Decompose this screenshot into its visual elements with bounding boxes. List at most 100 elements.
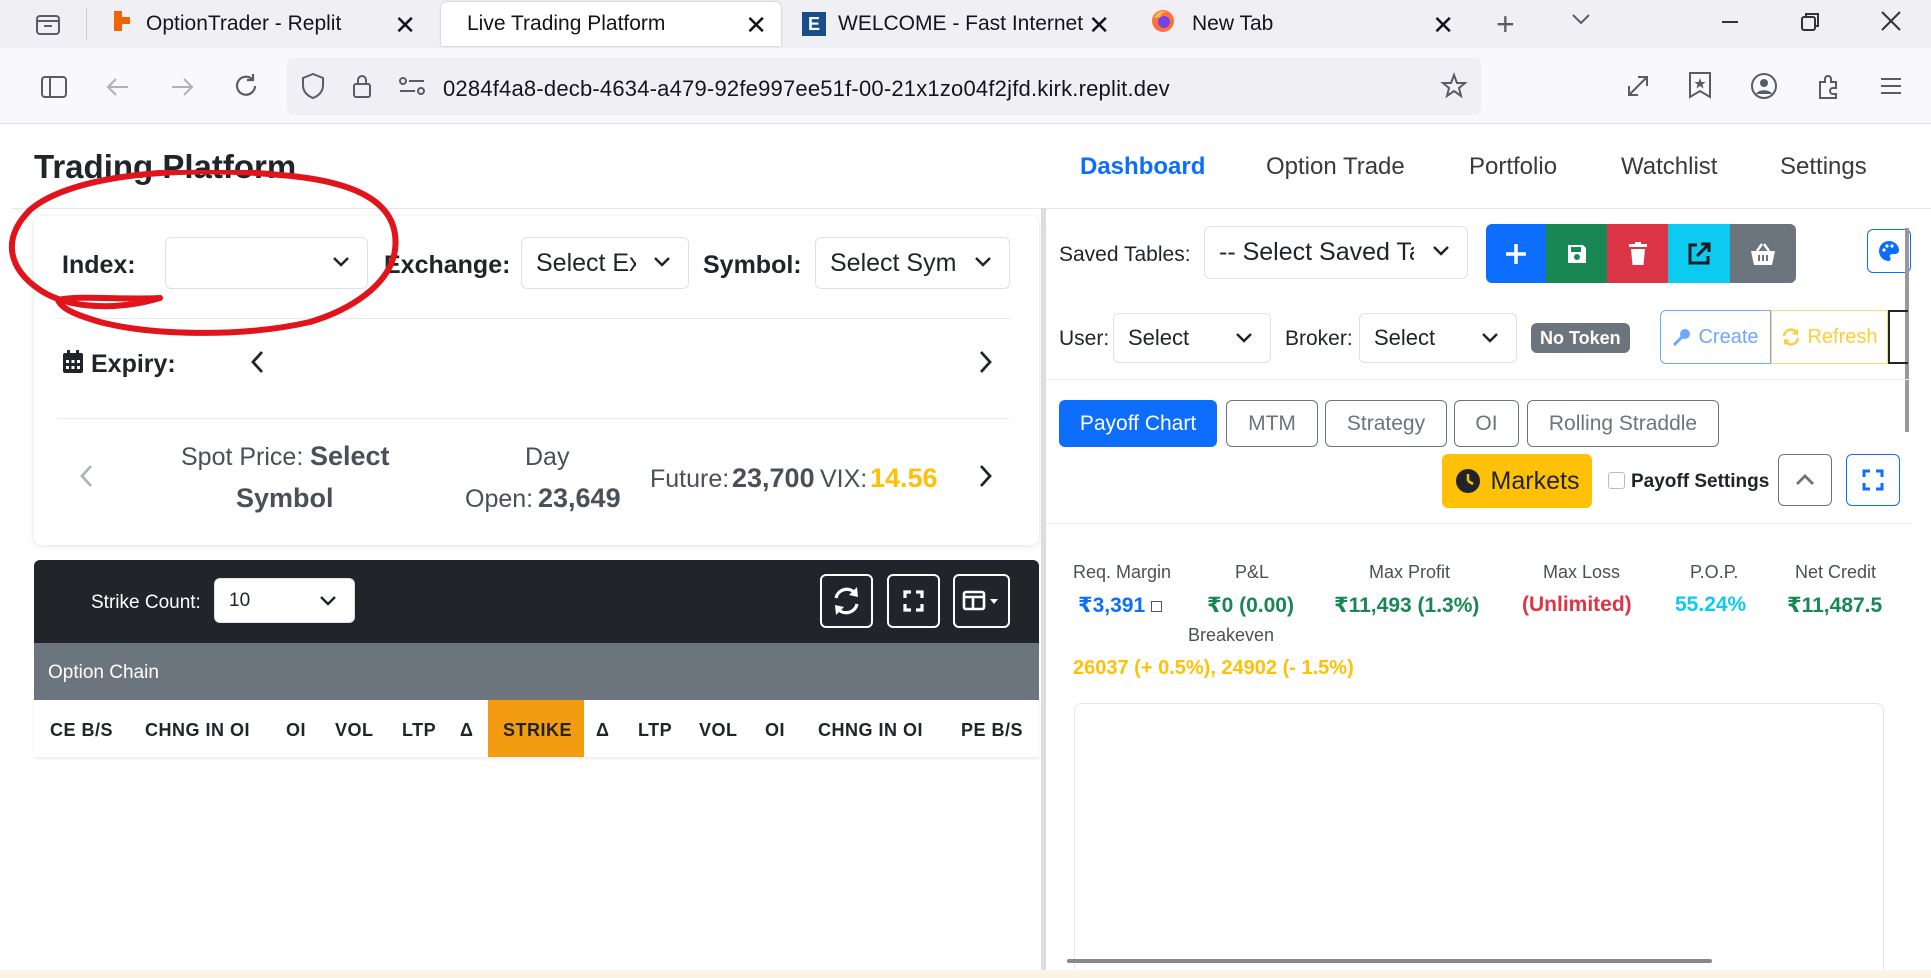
tab-strategy[interactable]: Strategy bbox=[1325, 400, 1447, 447]
col-ce-delta[interactable]: Δ bbox=[460, 720, 473, 741]
expiry-label: Expiry: bbox=[91, 350, 176, 378]
panel-splitter[interactable] bbox=[1041, 208, 1046, 970]
basket-icon bbox=[1751, 242, 1775, 265]
tab-mtm[interactable]: MTM bbox=[1226, 400, 1318, 447]
bookmarks-icon[interactable] bbox=[1686, 70, 1714, 104]
save-table-button[interactable] bbox=[1546, 224, 1607, 283]
restore-window-icon[interactable] bbox=[1798, 10, 1822, 38]
user-label: User: bbox=[1059, 327, 1110, 350]
tab-oi[interactable]: OI bbox=[1454, 400, 1519, 447]
col-ce-bs[interactable]: CE B/S bbox=[50, 720, 113, 741]
max-loss-label: Max Loss bbox=[1543, 562, 1621, 582]
col-ce-chng-in-oi[interactable]: CHNG IN OI bbox=[145, 720, 250, 741]
chevron-down-icon bbox=[320, 596, 336, 606]
collapse-up-button[interactable] bbox=[1778, 454, 1832, 506]
col-ce-ltp[interactable]: LTP bbox=[402, 720, 436, 741]
columns-layout-button[interactable] bbox=[953, 574, 1010, 628]
col-pe-chng-in-oi[interactable]: CHNG IN OI bbox=[818, 720, 923, 741]
nav-dashboard[interactable]: Dashboard bbox=[1080, 153, 1205, 181]
markets-label: Markets bbox=[1490, 466, 1580, 495]
market-prev-arrow-icon[interactable] bbox=[72, 461, 102, 491]
market-next-arrow-icon[interactable] bbox=[970, 461, 1000, 491]
url-text[interactable]: 0284f4a8-decb-4634-a479-92fe997ee51f-00-… bbox=[443, 76, 1170, 102]
col-pe-vol[interactable]: VOL bbox=[699, 720, 738, 741]
back-arrow-icon[interactable] bbox=[104, 74, 132, 104]
shield-icon[interactable] bbox=[300, 72, 326, 104]
forward-arrow-icon[interactable] bbox=[168, 74, 196, 104]
nav-option-trade[interactable]: Option Trade bbox=[1266, 153, 1405, 181]
broker-select[interactable]: Select bbox=[1359, 313, 1517, 363]
minimize-window-icon[interactable] bbox=[1718, 10, 1742, 38]
refresh-token-button[interactable]: Refresh bbox=[1771, 310, 1888, 364]
exchange-select[interactable]: Select Ex bbox=[521, 237, 689, 289]
sidebar-toggle-icon[interactable] bbox=[40, 74, 68, 104]
lock-icon[interactable] bbox=[350, 72, 374, 104]
close-tab-icon[interactable]: ✕ bbox=[745, 10, 767, 41]
refresh-icon bbox=[1783, 328, 1800, 346]
menu-hamburger-icon[interactable] bbox=[1878, 74, 1904, 102]
create-token-button[interactable]: Create bbox=[1660, 310, 1771, 364]
token-extra-button[interactable] bbox=[1888, 310, 1908, 364]
browser-tab-optiontrader[interactable]: OptionTrader - Replit ✕ bbox=[100, 2, 430, 46]
expand-chain-button[interactable] bbox=[887, 574, 940, 628]
site-favicon-icon: E bbox=[802, 12, 826, 36]
refresh-chain-button[interactable] bbox=[820, 574, 873, 628]
export-table-button[interactable] bbox=[1668, 224, 1730, 283]
fullscreen-icon[interactable] bbox=[1624, 72, 1652, 104]
firefox-icon bbox=[1150, 8, 1176, 40]
req-margin-value: ₹3,391 bbox=[1078, 594, 1146, 617]
chevron-up-icon bbox=[1796, 474, 1814, 485]
nav-watchlist[interactable]: Watchlist bbox=[1621, 153, 1717, 181]
expiry-divider bbox=[58, 418, 1010, 419]
close-tab-icon[interactable]: ✕ bbox=[1432, 10, 1454, 41]
reload-icon[interactable] bbox=[232, 72, 260, 104]
basket-button[interactable] bbox=[1730, 224, 1796, 283]
saved-tables-select[interactable]: -- Select Saved Ta bbox=[1204, 226, 1468, 279]
future-value: 23,700 bbox=[732, 463, 815, 493]
col-strike[interactable]: STRIKE bbox=[503, 720, 572, 741]
account-icon[interactable] bbox=[1750, 72, 1778, 104]
browser-tab-new-tab[interactable]: New Tab ✕ bbox=[1138, 2, 1468, 46]
horizontal-scrollbar[interactable] bbox=[1067, 959, 1712, 963]
payoff-chart-area[interactable] bbox=[1074, 703, 1884, 978]
bookmark-star-icon[interactable] bbox=[1440, 72, 1468, 104]
symbol-select[interactable]: Select Sym bbox=[815, 237, 1010, 289]
expiry-next-arrow-icon[interactable] bbox=[970, 347, 1000, 377]
tab-rolling-straddle[interactable]: Rolling Straddle bbox=[1527, 400, 1719, 447]
add-table-button[interactable] bbox=[1486, 224, 1546, 283]
tab-title: WELCOME - Fast Internet & bbox=[838, 12, 1083, 35]
tab-list-icon[interactable] bbox=[34, 10, 62, 42]
markets-button[interactable]: Markets bbox=[1442, 454, 1592, 508]
close-window-icon[interactable] bbox=[1878, 8, 1904, 38]
expiry-prev-arrow-icon[interactable] bbox=[243, 347, 273, 377]
user-select[interactable]: Select bbox=[1113, 313, 1271, 363]
delete-table-button[interactable] bbox=[1607, 224, 1668, 283]
col-ce-vol[interactable]: VOL bbox=[335, 720, 374, 741]
nav-settings[interactable]: Settings bbox=[1780, 153, 1867, 181]
expand-payoff-button[interactable] bbox=[1846, 454, 1900, 506]
new-tab-plus-icon[interactable]: + bbox=[1496, 8, 1515, 40]
col-ce-oi[interactable]: OI bbox=[286, 720, 306, 741]
col-pe-oi[interactable]: OI bbox=[765, 720, 785, 741]
close-tab-icon[interactable]: ✕ bbox=[1088, 10, 1110, 41]
col-pe-bs[interactable]: PE B/S bbox=[961, 720, 1023, 741]
strike-count-value: 10 bbox=[229, 589, 251, 611]
symbol-label: Symbol: bbox=[703, 251, 802, 279]
tab-strategy-label: Strategy bbox=[1346, 411, 1426, 435]
extensions-icon[interactable] bbox=[1814, 72, 1842, 104]
strike-count-label: Strike Count: bbox=[91, 592, 201, 613]
close-tab-icon[interactable]: ✕ bbox=[394, 10, 416, 41]
info-square-icon[interactable] bbox=[1151, 601, 1162, 612]
max-profit-value: ₹11,493 (1.3%) bbox=[1334, 594, 1480, 617]
tab-payoff-chart[interactable]: Payoff Chart bbox=[1059, 400, 1217, 447]
nav-portfolio[interactable]: Portfolio bbox=[1469, 153, 1557, 181]
strike-count-select[interactable]: 10 bbox=[214, 578, 355, 623]
permissions-icon[interactable] bbox=[398, 74, 426, 102]
payoff-settings-checkbox[interactable] bbox=[1608, 472, 1625, 489]
col-pe-delta[interactable]: Δ bbox=[596, 720, 609, 741]
tab-list-chevron-icon[interactable] bbox=[1568, 6, 1594, 36]
browser-tab-welcome[interactable]: E WELCOME - Fast Internet & ✕ bbox=[790, 2, 1120, 46]
col-pe-ltp[interactable]: LTP bbox=[638, 720, 672, 741]
payoff-settings-label[interactable]: Payoff Settings bbox=[1631, 471, 1769, 493]
browser-tab-live-trading[interactable]: Live Trading Platform ✕ bbox=[441, 2, 781, 46]
